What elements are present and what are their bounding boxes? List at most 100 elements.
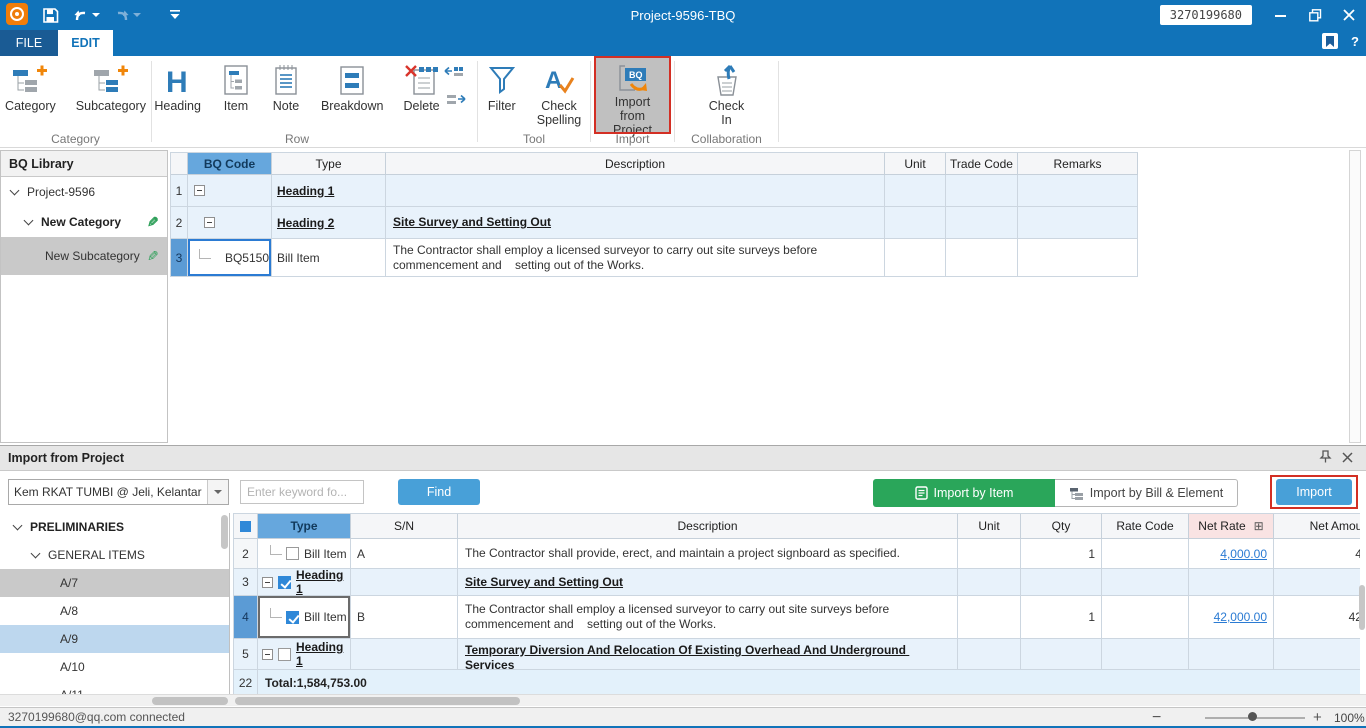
- net-rate-link[interactable]: 4,000.00: [1220, 547, 1267, 561]
- ribbon-button-subcategory[interactable]: Subcategory: [71, 58, 151, 132]
- find-button[interactable]: Find: [398, 479, 480, 505]
- bq-code-cell[interactable]: [188, 207, 272, 239]
- dropdown-caret-icon[interactable]: [207, 480, 228, 504]
- column-header-rate-code[interactable]: Rate Code: [1102, 514, 1189, 539]
- type-cell[interactable]: Heading 1: [272, 175, 386, 207]
- bookmark-icon[interactable]: [1322, 33, 1338, 49]
- description-cell[interactable]: The Contractor shall employ a licensed s…: [458, 596, 958, 639]
- type-cell[interactable]: Heading 1: [258, 639, 351, 670]
- tab-file[interactable]: FILE: [0, 30, 58, 56]
- type-cell[interactable]: Bill Item: [258, 539, 351, 569]
- net-amount-cell[interactable]: [1274, 569, 1360, 596]
- column-header-description[interactable]: Description: [458, 514, 958, 539]
- unit-cell[interactable]: [885, 175, 946, 207]
- remarks-cell[interactable]: [1018, 239, 1138, 277]
- import-tree-item-a-9[interactable]: A/9: [0, 625, 229, 653]
- table-row[interactable]: 3Heading 1Site Survey and Setting Out: [234, 569, 1360, 596]
- edit-pencil-icon[interactable]: ✎: [147, 248, 159, 265]
- keyword-search-input[interactable]: [240, 480, 364, 504]
- unit-cell[interactable]: [958, 539, 1021, 569]
- unit-cell[interactable]: [885, 239, 946, 277]
- close-panel-icon[interactable]: [1336, 451, 1358, 466]
- column-header-net-amount[interactable]: Net Amount: [1274, 514, 1360, 539]
- ribbon-button-import-from-project[interactable]: BQImport from Project: [596, 58, 669, 132]
- column-header-s-n[interactable]: S/N: [351, 514, 458, 539]
- ribbon-button-category[interactable]: Category: [0, 58, 61, 132]
- import-tree-item-preliminaries[interactable]: PRELIMINARIES: [0, 513, 229, 541]
- project-selector-dropdown[interactable]: Kem RKAT TUMBI @ Jeli, Kelantar: [8, 479, 229, 505]
- table-row[interactable]: 5Heading 1Temporary Diversion And Reloca…: [234, 639, 1360, 670]
- collapse-icon[interactable]: [262, 577, 273, 588]
- import-table-vscroll-thumb[interactable]: [1359, 585, 1365, 630]
- qty-cell[interactable]: 1: [1021, 539, 1102, 569]
- description-cell[interactable]: Site Survey and Setting Out: [386, 207, 885, 239]
- tree-vscroll-thumb[interactable]: [221, 515, 228, 549]
- net-rate-cell[interactable]: 42,000.00: [1189, 596, 1274, 639]
- ribbon-button-item[interactable]: Item: [216, 58, 256, 132]
- net-amount-cell[interactable]: 42,000.00: [1274, 596, 1360, 639]
- save-button[interactable]: [42, 7, 59, 24]
- trade-code-cell[interactable]: [946, 239, 1018, 277]
- rate-code-cell[interactable]: [1102, 569, 1189, 596]
- description-cell[interactable]: Temporary Diversion And Relocation Of Ex…: [458, 639, 958, 670]
- table-row[interactable]: 22Total:1,584,753.00: [234, 670, 1360, 695]
- restore-button[interactable]: [1298, 0, 1332, 30]
- qty-cell[interactable]: 1: [1021, 596, 1102, 639]
- import-panel-hscrollbar[interactable]: [0, 694, 1366, 706]
- select-all-checkbox[interactable]: [240, 521, 251, 532]
- import-tree-item-a-8[interactable]: A/8: [0, 597, 229, 625]
- column-header-bq-code[interactable]: BQ Code: [188, 153, 272, 175]
- bq-tree-item-new-category[interactable]: New Category✎: [1, 207, 167, 237]
- remarks-cell[interactable]: [1018, 207, 1138, 239]
- table-row[interactable]: 3BQ5150Bill ItemThe Contractor shall emp…: [171, 239, 1138, 277]
- sn-cell[interactable]: A: [351, 539, 458, 569]
- expand-column-icon[interactable]: ⊞: [1254, 519, 1264, 533]
- collapse-icon[interactable]: [194, 185, 205, 196]
- trade-code-cell[interactable]: [946, 207, 1018, 239]
- column-header-trade-code[interactable]: Trade Code: [946, 153, 1018, 175]
- rate-code-cell[interactable]: [1102, 639, 1189, 670]
- import-tree-item-a-10[interactable]: A/10: [0, 653, 229, 681]
- collapse-icon[interactable]: [204, 217, 215, 228]
- pin-icon[interactable]: [1314, 450, 1336, 466]
- table-row[interactable]: 1Heading 1: [171, 175, 1138, 207]
- minimize-button[interactable]: [1264, 0, 1298, 30]
- row-checkbox[interactable]: [278, 576, 291, 589]
- unit-cell[interactable]: [958, 569, 1021, 596]
- column-header-type[interactable]: Type: [272, 153, 386, 175]
- ribbon-button-check-in[interactable]: Check In: [700, 58, 754, 132]
- table-row[interactable]: 2Heading 2Site Survey and Setting Out: [171, 207, 1138, 239]
- table-hscroll-thumb[interactable]: [235, 697, 520, 705]
- import-button[interactable]: Import: [1276, 479, 1352, 505]
- net-amount-cell[interactable]: [1274, 639, 1360, 670]
- promote-icon[interactable]: [444, 64, 466, 82]
- import-by-item-button[interactable]: Import by Item: [873, 479, 1055, 507]
- qat-customize-button[interactable]: [169, 9, 181, 21]
- row-checkbox[interactable]: [278, 648, 291, 661]
- net-amount-cell[interactable]: 4,000.00: [1274, 539, 1360, 569]
- net-rate-cell[interactable]: [1189, 639, 1274, 670]
- undo-dropdown-caret[interactable]: [92, 13, 100, 17]
- trade-code-cell[interactable]: [946, 175, 1018, 207]
- column-header-type[interactable]: Type: [258, 514, 351, 539]
- column-header-description[interactable]: Description: [386, 153, 885, 175]
- unit-cell[interactable]: [958, 639, 1021, 670]
- remarks-cell[interactable]: [1018, 175, 1138, 207]
- net-rate-link[interactable]: 42,000.00: [1214, 610, 1267, 624]
- import-by-bill-element-button[interactable]: Import by Bill & Element: [1055, 479, 1238, 507]
- tab-edit[interactable]: EDIT: [58, 30, 113, 56]
- demote-icon[interactable]: [444, 92, 466, 110]
- unit-cell[interactable]: [958, 596, 1021, 639]
- bq-tree-item-project-9596[interactable]: Project-9596: [1, 177, 167, 207]
- net-rate-cell[interactable]: [1189, 569, 1274, 596]
- zoom-out-button[interactable]: −: [1152, 708, 1161, 727]
- unit-cell[interactable]: [885, 207, 946, 239]
- qty-cell[interactable]: [1021, 639, 1102, 670]
- import-tree-item-a-7[interactable]: A/7: [0, 569, 229, 597]
- import-tree-item-a-11[interactable]: A/11: [0, 681, 229, 695]
- description-cell[interactable]: The Contractor shall employ a licensed s…: [386, 239, 885, 277]
- import-tree-item-general-items[interactable]: GENERAL ITEMS: [0, 541, 229, 569]
- row-checkbox[interactable]: [286, 547, 299, 560]
- zoom-slider-handle[interactable]: [1248, 712, 1257, 721]
- table-row[interactable]: 2Bill ItemAThe Contractor shall provide,…: [234, 539, 1360, 569]
